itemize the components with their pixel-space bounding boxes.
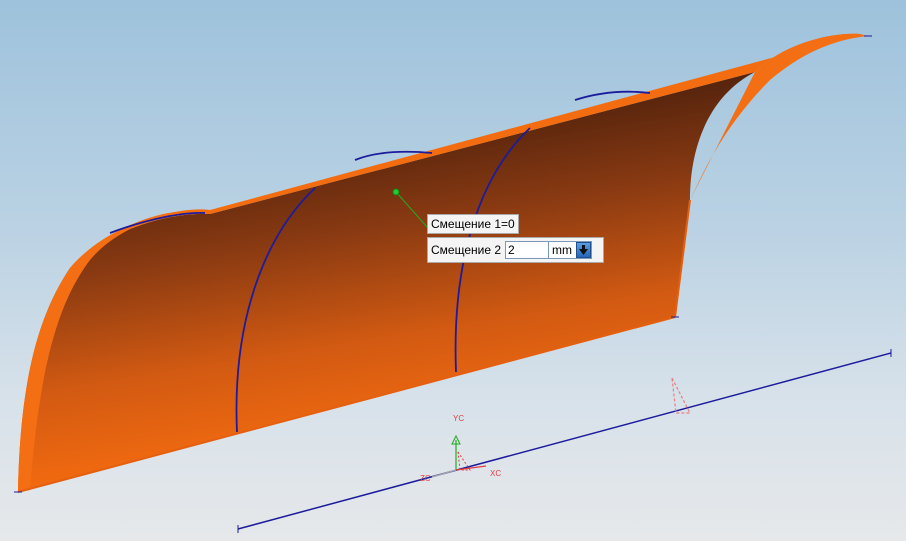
offset2-label: Смещение 2 — [431, 243, 502, 257]
surface-right-rim[interactable] — [690, 33, 868, 201]
offset2-value-input[interactable] — [505, 241, 550, 259]
green-drag-handle-icon[interactable] — [392, 188, 400, 196]
xc-axis-label: XC — [490, 469, 502, 478]
down-arrow-icon[interactable] — [576, 242, 592, 258]
graphics-viewport[interactable]: YC XC ZC Смещение 1=0 Смещение 2 mm — [0, 0, 906, 541]
unit-dropdown[interactable]: mm — [549, 241, 593, 259]
zc-axis-label: ZC — [420, 474, 431, 483]
wcs-triad — [431, 434, 487, 478]
offset1-readout: Смещение 1=0 — [427, 214, 519, 234]
offset2-dynamic-input: Смещение 2 mm — [427, 237, 604, 263]
cad-scene[interactable] — [0, 0, 906, 541]
yc-axis-label: YC — [453, 414, 465, 423]
unit-label: mm — [552, 243, 573, 257]
surface-inner-face[interactable] — [18, 72, 755, 492]
